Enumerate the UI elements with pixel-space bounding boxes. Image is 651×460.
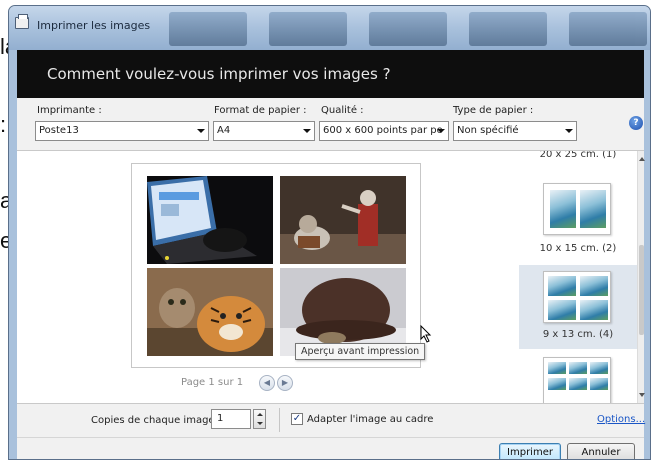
paper-size-select[interactable]: A4 [213,121,315,141]
cursor-arrow-icon [420,325,432,343]
printer-value: Poste13 [39,125,79,136]
laptop-cat-photo[interactable] [147,176,273,264]
divider [279,408,280,432]
layout-thumbnail [543,357,611,403]
layout-item[interactable]: 10 x 15 cm. (2) [519,177,637,265]
layout-scrollbar[interactable] [637,151,645,403]
chevron-down-icon [197,129,205,133]
fit-image-label[interactable]: Adapter l'image au cadre [307,414,433,425]
print-button[interactable]: Imprimer [499,443,561,459]
paper-size-value: A4 [217,125,231,136]
title-bar[interactable]: Imprimer les images [9,6,650,50]
increment-icon[interactable] [257,413,263,416]
layout-list: 20 x 25 cm. (1) 10 x 15 cm. (2) 9 x 13 c… [519,151,637,403]
print-pictures-dialog: Imprimer les images Comment voulez-vous … [8,5,651,460]
quality-select[interactable]: 600 x 600 points par po [319,121,449,141]
chevron-down-icon [565,129,573,133]
chevron-down-icon [437,129,445,133]
layout-item[interactable]: 9 x 13 cm. (4) [519,265,637,349]
decrement-icon[interactable] [257,422,263,425]
background-text: : [0,112,7,137]
fit-image-checkbox[interactable]: ✓ [291,413,303,425]
divider [17,437,644,438]
quality-value: 600 x 600 points par po [323,125,443,136]
cancel-button[interactable]: Annuler [567,443,635,459]
layout-thumbnail [543,271,611,323]
preview-tooltip: Aperçu avant impression [295,343,426,360]
page-indicator: Page 1 sur 1 [181,377,244,388]
copies-input[interactable]: 1 [211,409,251,429]
paper-type-label: Type de papier : [453,105,534,116]
paper-type-value: Non spécifié [457,125,519,136]
previous-page-button[interactable]: ◀ [259,375,275,391]
printer-label: Imprimante : [37,105,102,116]
scroll-down-icon[interactable] [639,393,645,397]
quality-label: Qualité : [321,105,364,116]
paper-type-select[interactable]: Non spécifié [453,121,577,141]
preview-area: Aperçu avant impression Page 1 sur 1 ◀ ▶… [17,150,645,404]
scroll-thumb[interactable] [639,245,644,335]
printer-select[interactable]: Poste13 [35,121,209,141]
layout-item[interactable] [519,349,637,403]
layout-thumbnail [543,183,611,235]
help-icon[interactable]: ? [629,116,643,130]
paper-size-label: Format de papier : [214,105,307,116]
layout-label: 9 x 13 cm. (4) [542,329,614,340]
header-question: Comment voulez-vous imprimer vos images … [47,65,391,83]
printer-icon [15,14,29,29]
options-link[interactable]: Options... [597,414,645,425]
scroll-up-icon[interactable] [639,157,645,161]
copies-stepper[interactable] [253,409,266,429]
layout-item[interactable]: 20 x 25 cm. (1) [519,151,637,177]
copies-label: Copies de chaque image : [91,415,222,426]
layout-label: 20 x 25 cm. (1) [539,151,617,160]
fighting-cats-photo[interactable] [280,176,406,264]
chevron-down-icon [303,129,311,133]
taskbar-thumbnails [169,6,649,50]
window-title: Imprimer les images [37,19,151,32]
dialog-panel: Imprimante : Poste13 Format de papier : … [17,98,645,459]
layout-label: 10 x 15 cm. (2) [539,243,617,254]
dialog-header: Comment voulez-vous imprimer vos images … [17,50,644,98]
cat-and-tiger-cub-photo[interactable] [147,268,273,356]
print-preview-page[interactable] [131,163,421,368]
next-page-button[interactable]: ▶ [277,375,293,391]
